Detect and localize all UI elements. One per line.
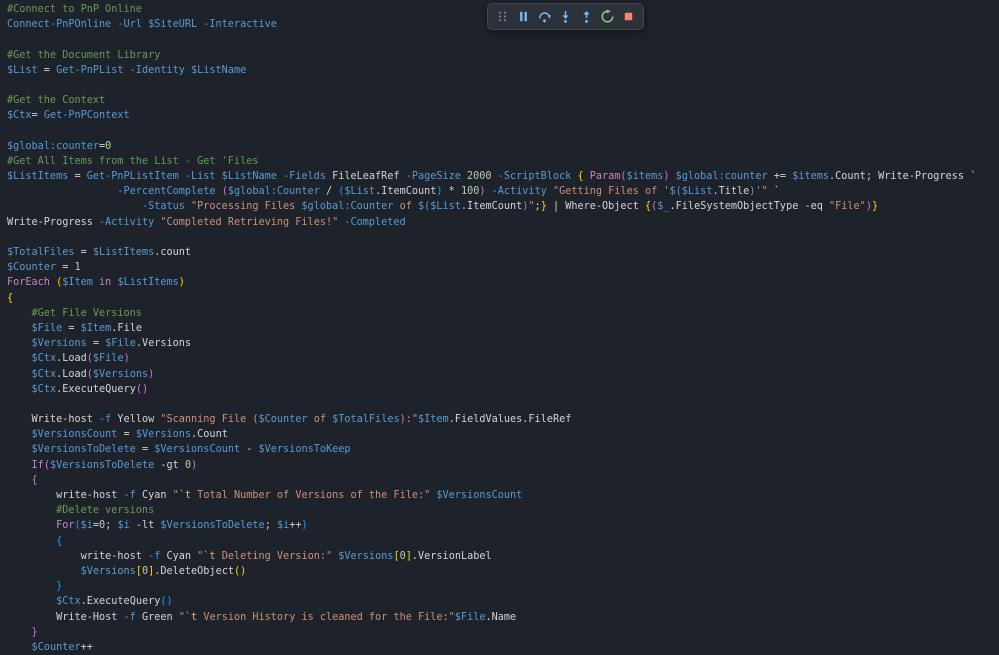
- code-line: {: [31, 474, 38, 486]
- code-line: $File = $Item.File: [31, 322, 142, 334]
- code-line: #Get the Context: [7, 95, 106, 107]
- code-line: $ListItems = Get-PnPListItem -List $List…: [7, 171, 977, 183]
- code-line: #Get the Document Library: [7, 49, 161, 61]
- code-line: $Counter++: [31, 641, 93, 653]
- pause-button[interactable]: [514, 6, 533, 27]
- code-line: If($VersionsToDelete -gt 0): [31, 459, 198, 471]
- code-line: $VersionsToDelete = $VersionsCount - $Ve…: [31, 444, 351, 456]
- code-line: $Ctx.Load($Versions): [31, 368, 155, 380]
- code-line: $Ctx.Load($File): [31, 353, 130, 365]
- code-line: #Get All Items from the List - Get 'File…: [7, 155, 259, 167]
- drag-handle-icon[interactable]: [493, 6, 512, 27]
- stop-button[interactable]: [619, 6, 638, 27]
- code-line: Write-host -f Yellow "Scanning File ($Co…: [7, 414, 572, 426]
- code-line: ForEach ($Item in $ListItems): [7, 277, 185, 289]
- code-line: $global:counter=0: [7, 140, 112, 152]
- code-line: $Ctx.ExecuteQuery(): [56, 596, 173, 608]
- code-line: -Status "Processing Files $global:Counte…: [141, 201, 879, 213]
- code-line: $TotalFiles = $ListItems.count: [7, 247, 192, 258]
- debug-toolbar: [487, 3, 644, 30]
- code-line: For($i=0; $i -lt $VersionsToDelete; $i++…: [56, 520, 308, 532]
- step-into-button[interactable]: [556, 6, 575, 27]
- code-line: $List = Get-PnPList -Identity $ListName: [7, 64, 247, 76]
- code-line: {: [7, 292, 14, 304]
- code-line: Write-Progress -Activity "Completed Retr…: [7, 216, 406, 228]
- code-line: }: [56, 581, 63, 593]
- step-over-button[interactable]: [535, 6, 554, 27]
- code-line: #Delete versions: [7, 505, 155, 517]
- step-out-button[interactable]: [577, 6, 596, 27]
- code-line: {: [56, 535, 63, 547]
- code-line: Write-Host -f Green "`t Version History …: [7, 611, 517, 623]
- code-line: $Counter = 1: [7, 262, 81, 274]
- code-line: $Ctx= Get-PnPContext: [7, 110, 130, 122]
- code-line: write-host -f Cyan "`t Total Number of V…: [7, 490, 523, 501]
- powershell-editor-screen: { "editor": { "background": "#1e222a", "…: [0, 0, 999, 653]
- code-line: -PercentComplete ($global:Counter / ($Li…: [117, 186, 780, 198]
- code-line: $Versions = $File.Versions: [31, 338, 192, 350]
- code-editor[interactable]: #Connect to PnP Online Connect-PnPOnline …: [0, 0, 999, 653]
- code-line: #Get File Versions: [7, 307, 142, 319]
- code-line: }: [31, 626, 38, 638]
- code-line: $Versions[0].DeleteObject(): [80, 565, 247, 577]
- code-line: $VersionsCount = $Versions.Count: [31, 429, 228, 441]
- code-line: write-host -f Cyan "`t Deleting Version:…: [7, 550, 492, 562]
- restart-button[interactable]: [598, 6, 617, 27]
- code-line: $Ctx.ExecuteQuery(): [31, 383, 149, 395]
